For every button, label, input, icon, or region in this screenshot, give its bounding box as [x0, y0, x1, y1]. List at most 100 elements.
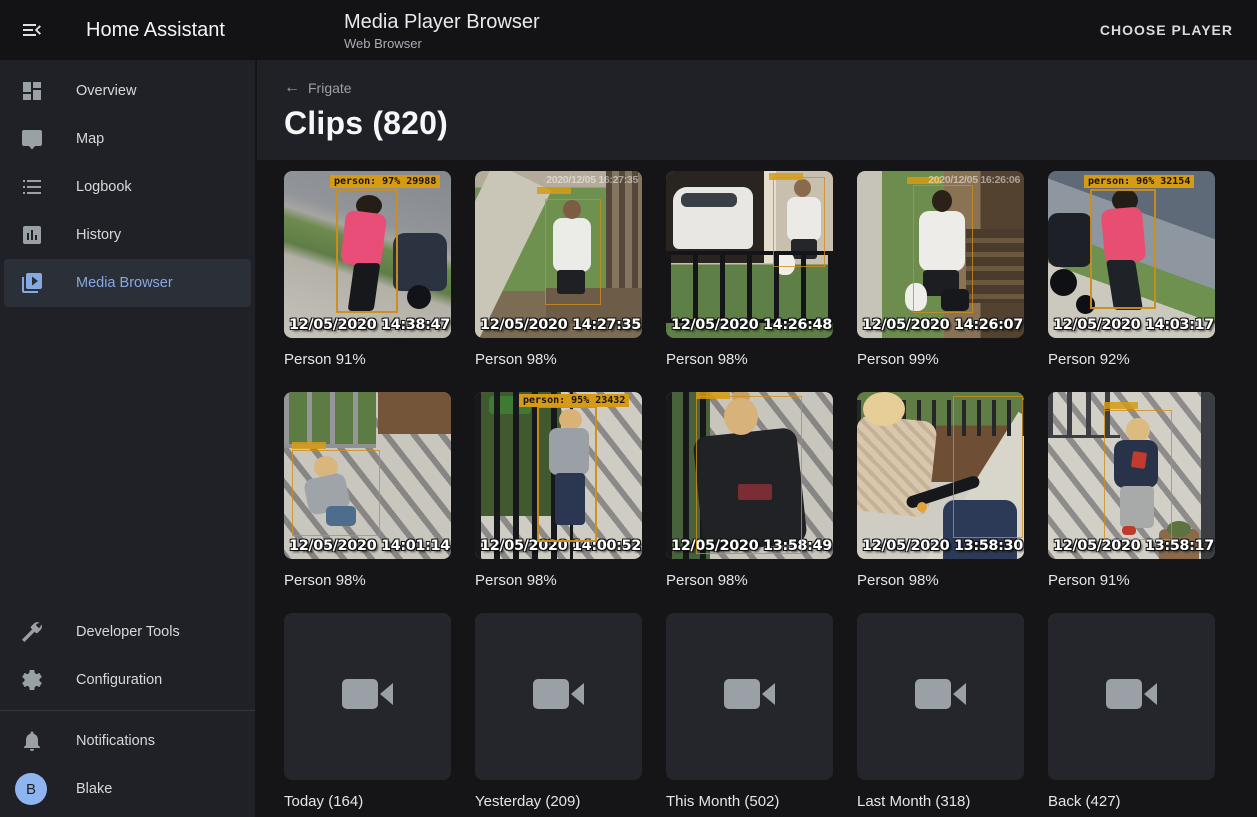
clip-card[interactable]: 12/05/2020 14:26:48 Person 98%: [666, 171, 833, 392]
detection-tag-small: [292, 442, 326, 449]
clip-thumbnail[interactable]: 12/05/2020 13:58:30: [857, 392, 1024, 559]
sidebar-item-label: History: [76, 227, 121, 243]
sidebar-item-history[interactable]: History: [0, 211, 255, 259]
clip-thumbnail[interactable]: 12/05/2020 13:58:49: [666, 392, 833, 559]
clip-card[interactable]: person: 96% 32154 12/05/2020 14:03:17 Pe…: [1048, 171, 1215, 392]
folder-card-this-month[interactable]: This Month (502): [666, 613, 833, 817]
video-camera-icon: [531, 674, 587, 719]
main-area: ← Frigate Clips (820) person: 97% 29988: [257, 60, 1257, 817]
clip-thumbnail[interactable]: 2020/12/05 16:26:06 12/05/2020 14:26:07: [857, 171, 1024, 338]
bar-chart-icon: [20, 223, 44, 247]
clip-card[interactable]: 12/05/2020 13:58:49 Person 98%: [666, 392, 833, 613]
folder-thumbnail[interactable]: [857, 613, 1024, 780]
detection-tag: person: 95% 23432: [519, 394, 629, 407]
media-player-browser-subtitle: Web Browser: [344, 36, 540, 51]
clip-thumbnail[interactable]: person: 96% 32154 12/05/2020 14:03:17: [1048, 171, 1215, 338]
sidebar-item-developer-tools[interactable]: Developer Tools: [0, 608, 255, 656]
bell-icon: [20, 729, 44, 753]
detection-box: [1090, 189, 1156, 309]
play-box-multiple-icon: [20, 271, 44, 295]
clip-thumbnail[interactable]: 2020/12/05 16:27:35 12/05/2020 14:27:35: [475, 171, 642, 338]
clip-card[interactable]: person: 95% 23432 12/05/2020 14:00:52 Pe…: [475, 392, 642, 613]
folder-label: Back (427): [1048, 793, 1215, 810]
detection-box: [537, 406, 597, 542]
menu-open-icon[interactable]: [20, 18, 44, 42]
clip-timestamp: 12/05/2020 14:26:48: [671, 317, 832, 333]
breadcrumb-back-frigate[interactable]: ← Frigate: [284, 80, 352, 96]
folder-card-yesterday[interactable]: Yesterday (209): [475, 613, 642, 817]
detection-box: [1104, 410, 1172, 540]
list-icon: [20, 175, 44, 199]
hammer-icon: [20, 620, 44, 644]
clip-card[interactable]: 12/05/2020 13:58:17 Person 91%: [1048, 392, 1215, 613]
clip-thumbnail[interactable]: 12/05/2020 13:58:17: [1048, 392, 1215, 559]
sidebar-item-label: Notifications: [76, 733, 155, 749]
account-location-icon: [20, 127, 44, 151]
folder-thumbnail[interactable]: [284, 613, 451, 780]
back-arrow-icon: ←: [284, 80, 300, 96]
folder-label: Today (164): [284, 793, 451, 810]
avatar: B: [15, 773, 47, 805]
clip-card[interactable]: 2020/12/05 16:27:35 12/05/2020 14:27:35 …: [475, 171, 642, 392]
clip-label: Person 99%: [857, 351, 1024, 368]
clip-thumbnail[interactable]: person: 95% 23432 12/05/2020 14:00:52: [475, 392, 642, 559]
clip-timestamp: 12/05/2020 13:58:17: [1053, 538, 1214, 554]
sidebar-item-label: Logbook: [76, 179, 132, 195]
sidebar-spacer: [0, 307, 255, 608]
detection-box: [336, 189, 398, 313]
clip-card[interactable]: 12/05/2020 13:58:30 Person 98%: [857, 392, 1024, 613]
breadcrumb-label: Frigate: [308, 80, 352, 96]
clip-thumbnail[interactable]: 12/05/2020 14:01:14: [284, 392, 451, 559]
clip-thumbnail[interactable]: person: 97% 29988 12/05/2020 14:38:47: [284, 171, 451, 338]
sidebar-divider: [0, 710, 255, 711]
profile-name: Blake: [76, 781, 112, 797]
top-app-bar: Home Assistant Media Player Browser Web …: [0, 0, 1257, 60]
sidebar-item-map[interactable]: Map: [0, 115, 255, 163]
app-title: Home Assistant: [86, 19, 225, 42]
sidebar-nav: Overview Map Logbook: [0, 60, 255, 307]
detection-tag-small: [769, 173, 803, 180]
sidebar-item-notifications[interactable]: Notifications: [0, 717, 255, 765]
folder-card-today[interactable]: Today (164): [284, 613, 451, 817]
clip-timestamp: 12/05/2020 14:27:35: [480, 317, 641, 333]
folder-thumbnail[interactable]: [1048, 613, 1215, 780]
video-camera-icon: [722, 674, 778, 719]
sidebar-item-label: Media Browser: [76, 275, 173, 291]
sidebar-item-label: Developer Tools: [76, 624, 180, 640]
clip-timestamp: 12/05/2020 14:26:07: [862, 317, 1023, 333]
clip-card[interactable]: 2020/12/05 16:26:06 12/05/2020 14:26:07 …: [857, 171, 1024, 392]
camera-watermark: 2020/12/05 16:26:06: [928, 174, 1020, 186]
sidebar-item-overview[interactable]: Overview: [0, 67, 255, 115]
clip-card[interactable]: person: 97% 29988 12/05/2020 14:38:47 Pe…: [284, 171, 451, 392]
folder-card-last-month[interactable]: Last Month (318): [857, 613, 1024, 817]
clip-thumbnail[interactable]: 12/05/2020 14:26:48: [666, 171, 833, 338]
sidebar-item-logbook[interactable]: Logbook: [0, 163, 255, 211]
detection-tag: person: 96% 32154: [1084, 175, 1194, 188]
sidebar-item-label: Overview: [76, 83, 136, 99]
sidebar: Overview Map Logbook: [0, 60, 256, 817]
detection-tag-small: [537, 187, 571, 194]
sidebar-item-configuration[interactable]: Configuration: [0, 656, 255, 704]
folder-label: This Month (502): [666, 793, 833, 810]
clip-label: Person 91%: [284, 351, 451, 368]
video-camera-icon: [1104, 674, 1160, 719]
media-player-browser-title: Media Player Browser: [344, 10, 540, 34]
gear-icon: [20, 668, 44, 692]
clips-content: person: 97% 29988 12/05/2020 14:38:47 Pe…: [257, 160, 1257, 817]
sidebar-footer: Developer Tools Configuration Notificati…: [0, 608, 255, 817]
clip-label: Person 98%: [475, 351, 642, 368]
sidebar-item-label: Configuration: [76, 672, 162, 688]
clip-label: Person 98%: [284, 572, 451, 589]
clip-card[interactable]: 12/05/2020 14:01:14 Person 98%: [284, 392, 451, 613]
dashboard-icon: [20, 79, 44, 103]
choose-player-button[interactable]: CHOOSE PLAYER: [1090, 14, 1243, 46]
folder-card-back[interactable]: Back (427): [1048, 613, 1215, 817]
folder-thumbnail[interactable]: [666, 613, 833, 780]
sidebar-item-profile[interactable]: B Blake: [0, 765, 255, 813]
detection-box: [292, 450, 380, 536]
clip-label: Person 98%: [666, 572, 833, 589]
folder-thumbnail[interactable]: [475, 613, 642, 780]
detection-box: [545, 199, 601, 305]
detection-box: [773, 177, 825, 267]
sidebar-item-media-browser[interactable]: Media Browser: [4, 259, 251, 307]
